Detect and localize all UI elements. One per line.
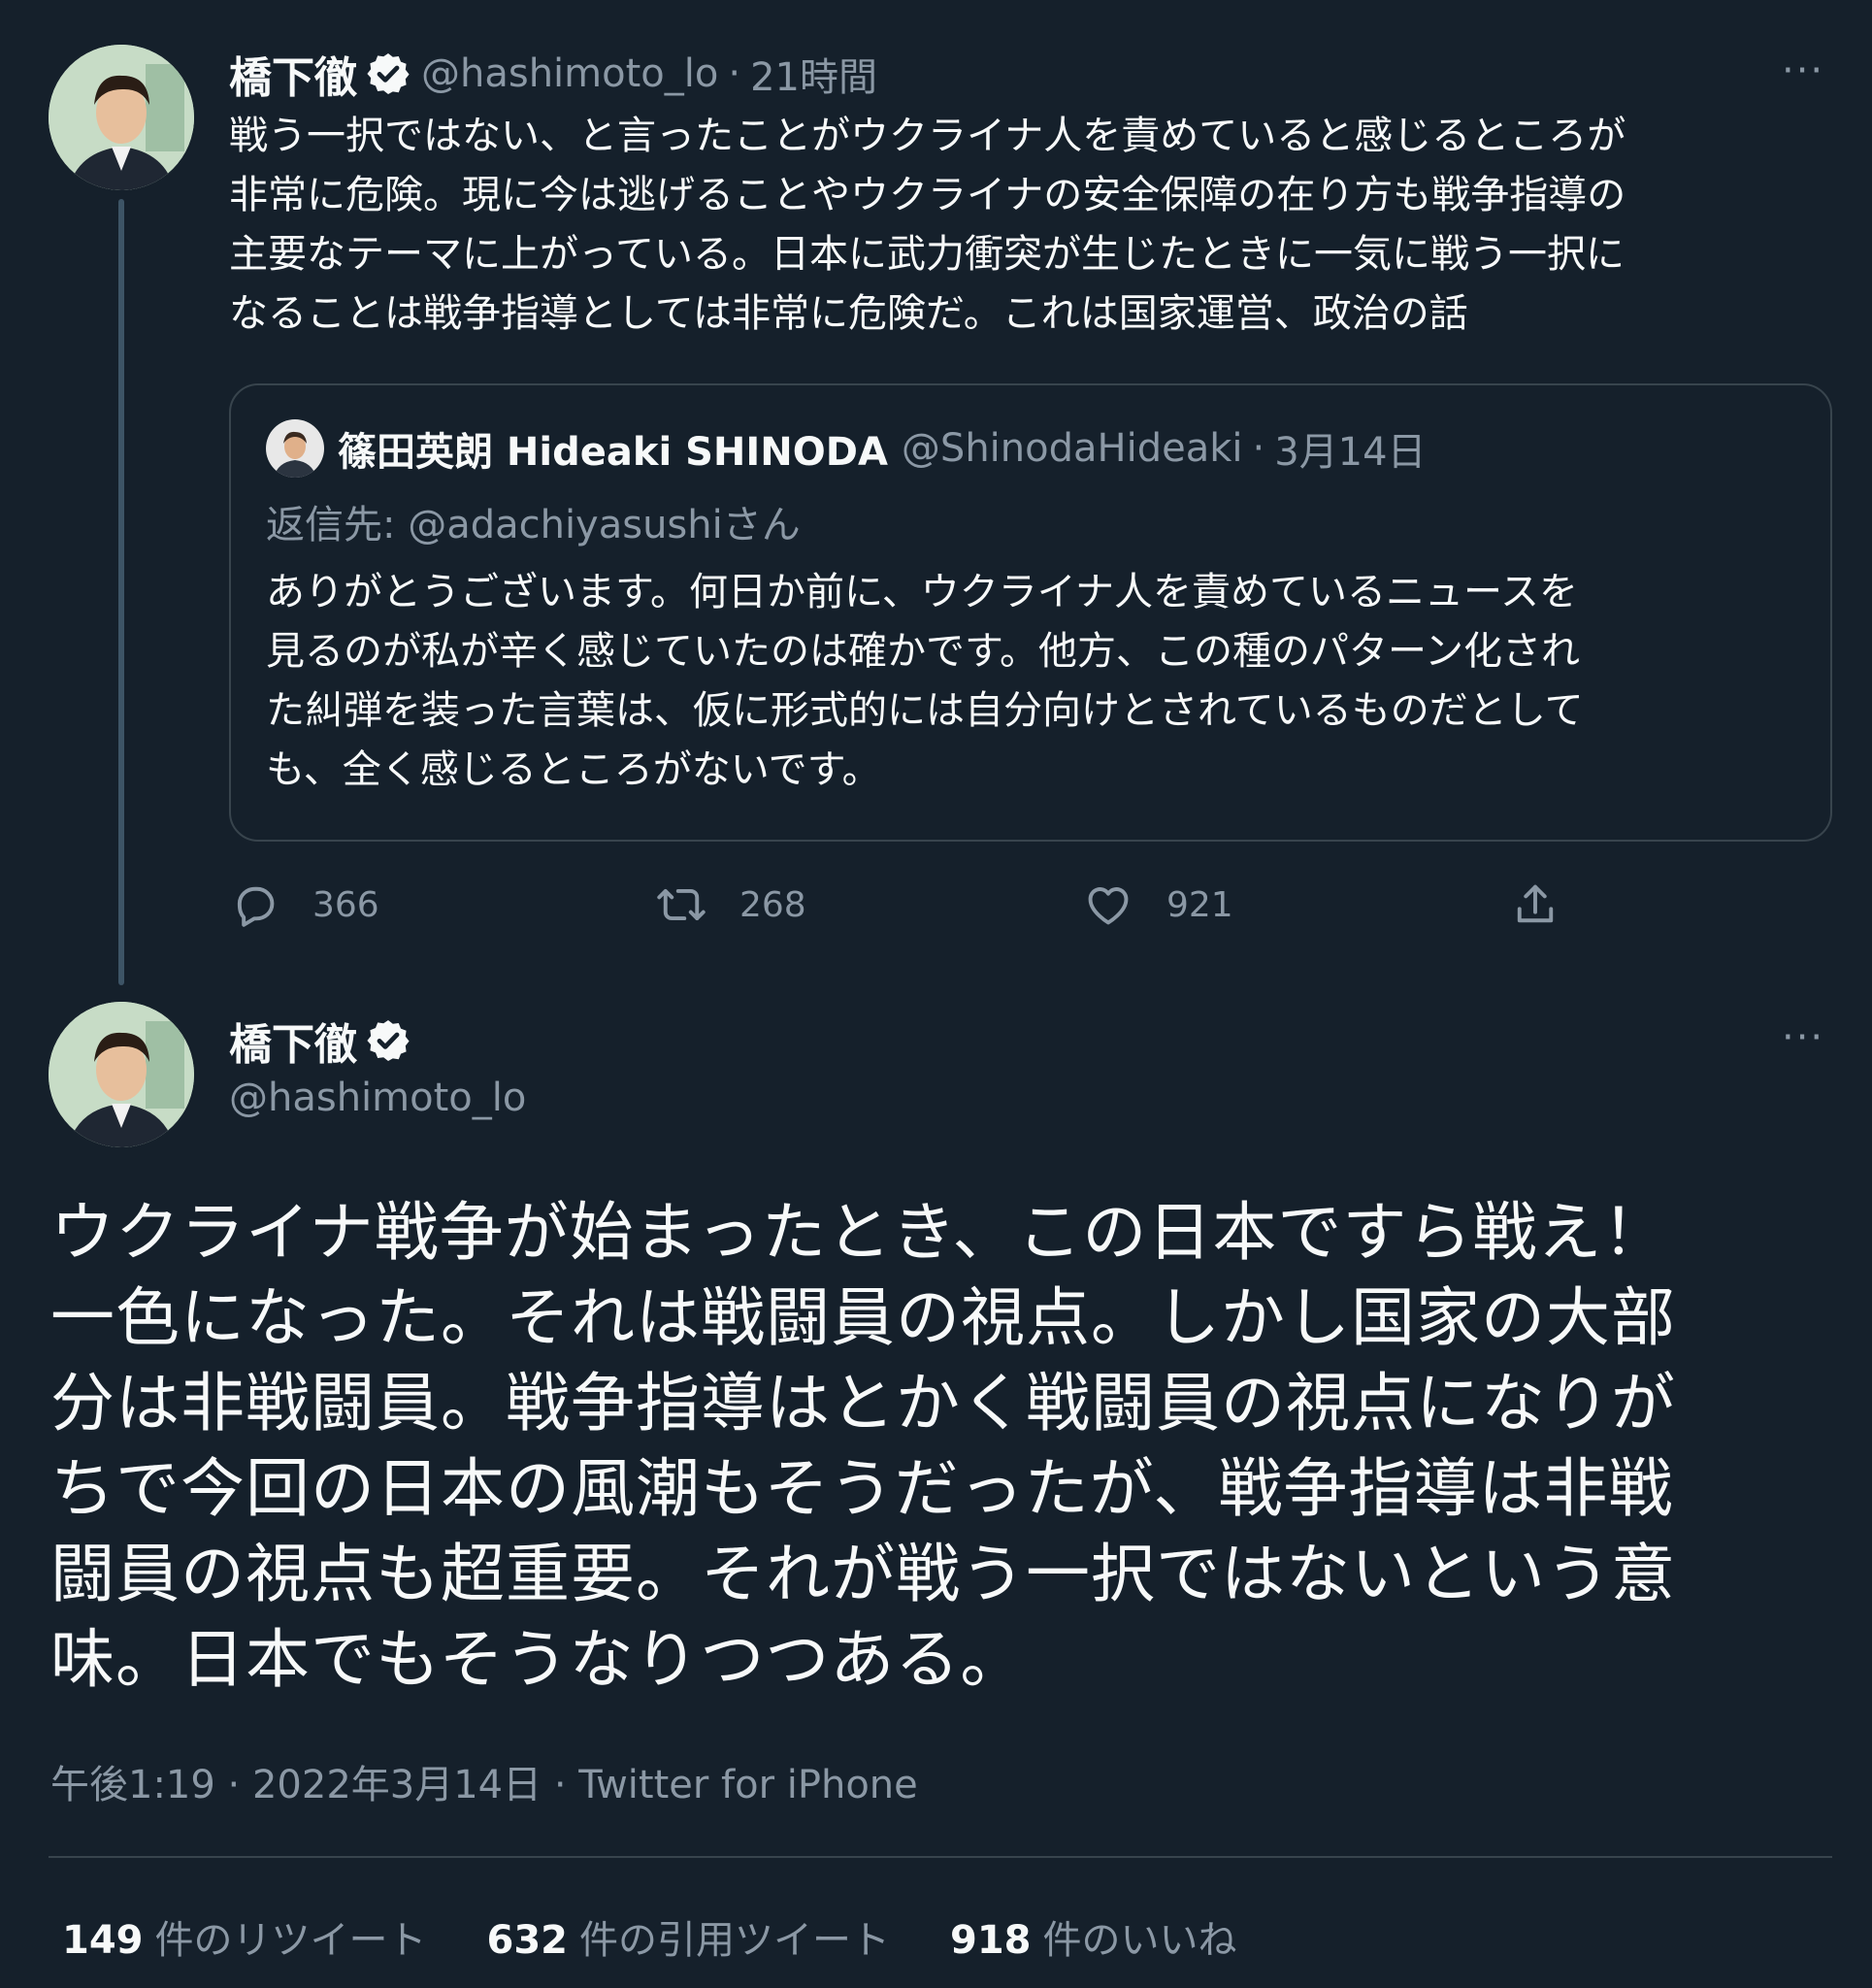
quotes-label: 件の引用ツイート [579,1918,890,1963]
stats-divider [49,1856,1832,1858]
tweet2-display-name[interactable]: 橋下徹 [229,1010,357,1072]
share-button[interactable] [1510,879,1593,930]
thread-connector-line [118,199,124,985]
avatar-hashimoto-main[interactable] [49,1002,194,1147]
retweet-button[interactable]: 268 [656,879,806,930]
tweet2-more-icon[interactable]: ··· [1782,1015,1824,1060]
retweets-stat[interactable]: 149 件のリツイート [62,1908,427,1965]
heart-icon [1088,887,1129,925]
retweet-count: 268 [739,884,806,925]
quotes-stat[interactable]: 632 件の引用ツイート [487,1908,891,1965]
tweet2-stats: 149 件のリツイート 632 件の引用ツイート 918 件のいいね [62,1908,1237,1965]
avatar-hashimoto[interactable] [49,45,194,190]
tweet1-timestamp[interactable]: 21時間 [750,46,877,102]
retweets-count: 149 [62,1918,144,1963]
reply-count: 366 [312,884,379,925]
quote-text: ありがとうございます。何日か前に、ウクライナ人を責めているニュースを 見るのが私… [266,570,1584,792]
tweet2-meta[interactable]: 午後1:19 · 2022年3月14日 · Twitter for iPhone [50,1753,918,1809]
likes-stat[interactable]: 918 件のいいね [950,1908,1237,1965]
tweet1-display-name[interactable]: 橋下徹 [229,43,357,105]
quote-avatar[interactable] [266,419,324,478]
share-icon [1517,884,1554,923]
quote-separator: · [1252,426,1265,471]
verified-badge-icon [367,1020,410,1061]
tweet1-more-icon[interactable]: ··· [1782,49,1824,93]
quote-display-name[interactable]: 篠田英朗 Hideaki SHINODA [338,420,888,477]
like-button[interactable]: 921 [1083,879,1233,930]
tweet2-text: ウクライナ戦争が始まったとき、この日本ですら戦え！ 一色になった。それは戦闘員の… [50,1195,1676,1697]
quote-handle[interactable]: @ShinodaHideaki [902,426,1243,471]
reply-button[interactable]: 366 [229,879,379,930]
tweet2-handle[interactable]: @hashimoto_lo [229,1076,526,1120]
quote-reply-to[interactable]: 返信先: @adachiyasushiさん [266,493,801,549]
verified-badge-icon [367,53,410,94]
tweet1-text: 戦う一択ではない、と言ったことがウクライナ人を責めていると感じるところが 非常に… [229,114,1626,336]
retweet-icon [657,888,706,921]
quote-date[interactable]: 3月14日 [1274,420,1426,477]
quote-profile-photo-icon [266,419,324,478]
reply-icon [237,886,275,927]
quotes-count: 632 [486,1918,569,1963]
tweet1-handle[interactable]: @hashimoto_lo [421,51,718,96]
profile-photo-icon [49,1002,194,1147]
quote-header: 篠田英朗 Hideaki SHINODA @ShinodaHideaki · 3… [338,419,1427,478]
profile-photo-icon [49,45,194,190]
likes-label: 件のいいね [1042,1918,1237,1963]
tweet1-separator: · [728,51,741,96]
tweet1-header: 橋下徹 @hashimoto_lo · 21時間 [229,45,877,103]
retweets-label: 件のリツイート [154,1918,427,1963]
like-count: 921 [1166,884,1233,925]
tweet2-header: 橋下徹 [229,1011,411,1070]
likes-count: 918 [950,1918,1032,1963]
